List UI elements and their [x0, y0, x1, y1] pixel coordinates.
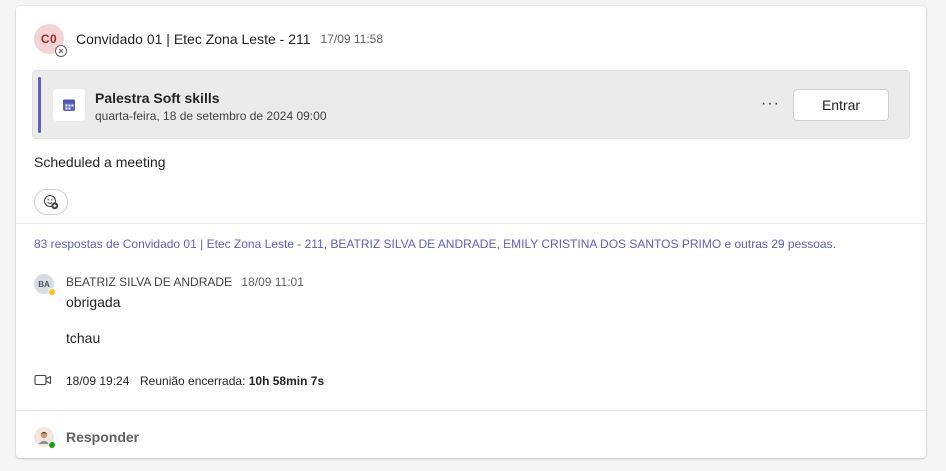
status-online-icon: [48, 441, 56, 449]
meeting-ended-text: Reunião encerrada: 10h 58min 7s: [140, 374, 324, 388]
meeting-title: Palestra Soft skills: [95, 90, 220, 106]
reply-timestamp: 18/09 11:01: [241, 275, 304, 289]
author-avatar[interactable]: C0: [34, 24, 67, 57]
reply-button-label: Responder: [66, 429, 140, 445]
avatar-initials: C0: [40, 32, 58, 46]
post-body: Scheduled a meeting: [34, 154, 166, 170]
conversation-card: C0 Convidado 01 | Etec Zona Leste - 211 …: [16, 6, 926, 458]
meeting-accent-bar: [38, 77, 41, 133]
post-header: C0 Convidado 01 | Etec Zona Leste - 211 …: [34, 23, 384, 57]
add-reaction-button[interactable]: [34, 189, 68, 215]
section-divider: [16, 410, 926, 411]
post-timestamp: 17/09 11:58: [320, 32, 384, 46]
meeting-date: quarta-feira, 18 de setembro de 2024 09:…: [95, 109, 327, 123]
reply-avatar[interactable]: BA: [34, 274, 56, 296]
current-user-avatar: [34, 427, 56, 449]
post-author: Convidado 01 | Etec Zona Leste - 211: [76, 31, 311, 47]
status-offline-icon: [55, 45, 67, 57]
more-options-button[interactable]: ···: [761, 95, 780, 113]
reply-message: tchau: [66, 330, 101, 346]
section-divider: [16, 223, 926, 224]
meeting-ended-time: 18/09 19:24: [66, 374, 130, 388]
meeting-duration: 10h 58min 7s: [248, 374, 325, 388]
meeting-card[interactable]: Palestra Soft skills quarta-feira, 18 de…: [32, 70, 910, 139]
add-reaction-icon: [44, 195, 59, 210]
reply-avatar-initials: BA: [38, 279, 50, 289]
join-button[interactable]: Entrar: [793, 89, 889, 121]
reply-message: obrigada: [66, 294, 121, 310]
reply-author: BEATRIZ SILVA DE ANDRADE: [66, 275, 233, 289]
reply-header: BEATRIZ SILVA DE ANDRADE 18/09 11:01: [66, 275, 304, 289]
calendar-icon: [53, 89, 85, 121]
meeting-ended-row: 18/09 19:24 Reunião encerrada: 10h 58min…: [34, 373, 324, 388]
video-camera-icon: [34, 374, 52, 386]
meeting-ended-label: Reunião encerrada:: [140, 374, 246, 388]
reply-button[interactable]: Responder: [34, 427, 140, 449]
replies-summary-link[interactable]: 83 respostas de Convidado 01 | Etec Zona…: [34, 237, 836, 251]
status-away-icon: [48, 288, 56, 296]
